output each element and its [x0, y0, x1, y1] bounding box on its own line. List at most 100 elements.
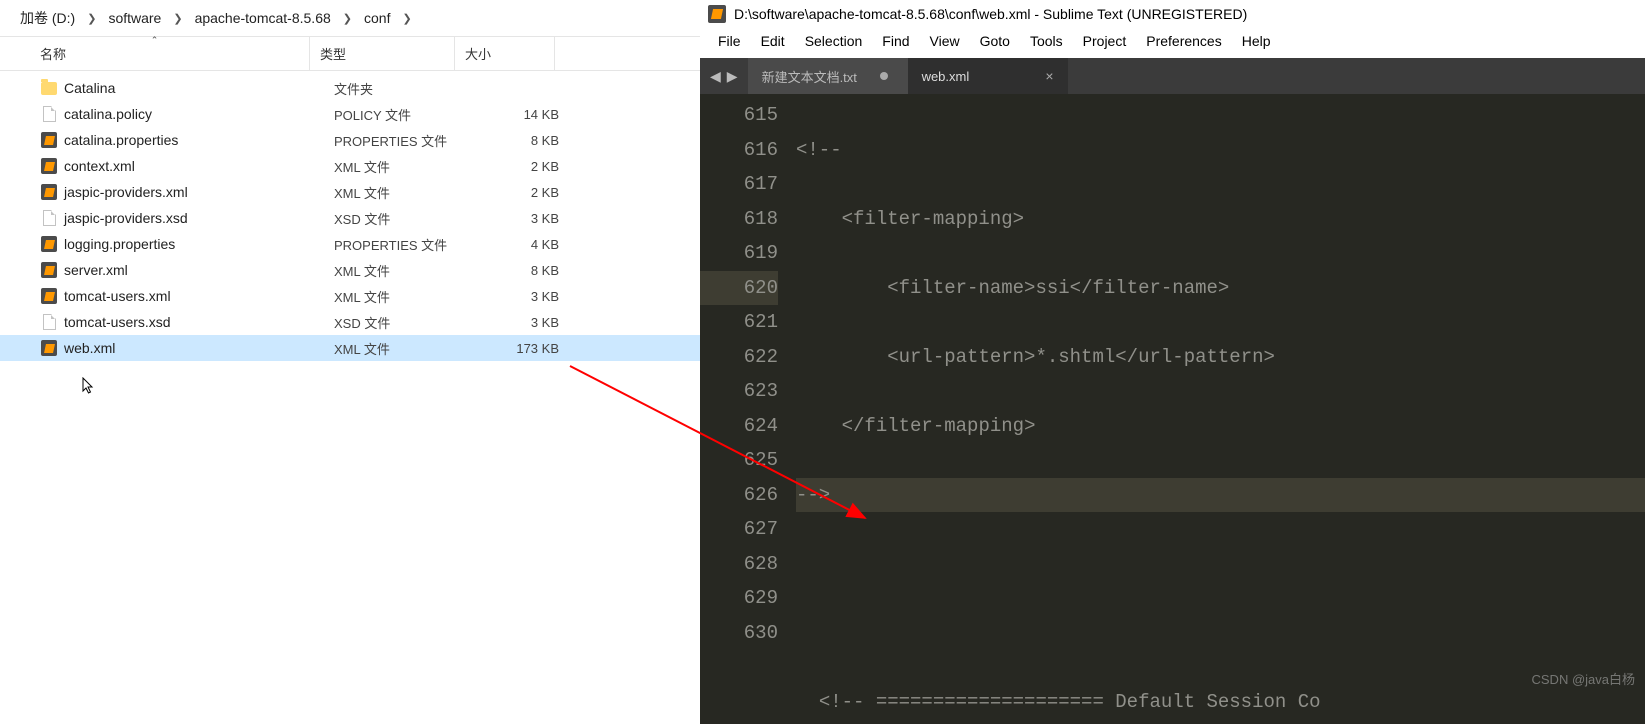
- file-explorer: 加卷 (D:) ❯ software ❯ apache-tomcat-8.5.6…: [0, 0, 700, 365]
- file-row[interactable]: tomcat-users.xmlXML 文件3 KB: [0, 283, 700, 309]
- file-row[interactable]: web.xmlXML 文件173 KB: [0, 335, 700, 361]
- sublime-file-icon: [40, 157, 58, 175]
- file-size: 14 KB: [479, 107, 569, 122]
- file-type: XSD 文件: [334, 313, 479, 332]
- line-number: 615: [700, 98, 778, 133]
- breadcrumb-item[interactable]: software: [108, 10, 161, 26]
- tab-next-icon[interactable]: ▶: [727, 68, 738, 85]
- titlebar: D:\software\apache-tomcat-8.5.68\conf\we…: [700, 0, 1645, 28]
- tab-prev-icon[interactable]: ◀: [710, 68, 721, 85]
- file-row[interactable]: logging.propertiesPROPERTIES 文件4 KB: [0, 231, 700, 257]
- sublime-text-window: D:\software\apache-tomcat-8.5.68\conf\we…: [700, 0, 1645, 694]
- line-number: 618: [700, 202, 778, 237]
- file-type: XSD 文件: [334, 209, 479, 228]
- file-name: tomcat-users.xsd: [64, 314, 334, 330]
- tab-label: web.xml: [922, 69, 970, 84]
- file-type: PROPERTIES 文件: [334, 235, 479, 254]
- menu-item-help[interactable]: Help: [1232, 30, 1281, 52]
- breadcrumb-item[interactable]: apache-tomcat-8.5.68: [195, 10, 331, 26]
- file-name: catalina.policy: [64, 106, 334, 122]
- column-header-name[interactable]: ⌃名称: [0, 37, 310, 70]
- file-size: 3 KB: [479, 211, 569, 226]
- line-number: 625: [700, 443, 778, 478]
- file-row[interactable]: tomcat-users.xsdXSD 文件3 KB: [0, 309, 700, 335]
- chevron-right-icon: ❯: [173, 12, 182, 25]
- menu-item-goto[interactable]: Goto: [970, 30, 1020, 52]
- file-type: PROPERTIES 文件: [334, 131, 479, 150]
- breadcrumb-item[interactable]: 加卷 (D:): [20, 8, 75, 28]
- column-header-size[interactable]: 大小: [455, 37, 555, 70]
- file-type: XML 文件: [334, 261, 479, 280]
- window-title: D:\software\apache-tomcat-8.5.68\conf\we…: [734, 6, 1247, 22]
- gutter: 6156166176186196206216226236246256266276…: [700, 94, 796, 724]
- file-row[interactable]: catalina.propertiesPROPERTIES 文件8 KB: [0, 127, 700, 153]
- breadcrumb-item[interactable]: conf: [364, 10, 390, 26]
- file-size: 8 KB: [479, 133, 569, 148]
- file-row[interactable]: jaspic-providers.xsdXSD 文件3 KB: [0, 205, 700, 231]
- file-size: 3 KB: [479, 315, 569, 330]
- menu-item-selection[interactable]: Selection: [795, 30, 873, 52]
- sublime-file-icon: [40, 235, 58, 253]
- menu-item-view[interactable]: View: [920, 30, 970, 52]
- file-type: POLICY 文件: [334, 105, 479, 124]
- sublime-file-icon: [40, 261, 58, 279]
- file-name: jaspic-providers.xml: [64, 184, 334, 200]
- file-size: 173 KB: [479, 341, 569, 356]
- file-row[interactable]: Catalina文件夹: [0, 75, 700, 101]
- tabs-bar: ◀ ▶ 新建文本文档.txt web.xml ×: [700, 58, 1645, 94]
- line-number: 630: [700, 616, 778, 651]
- sublime-file-icon: [40, 131, 58, 149]
- menu-item-file[interactable]: File: [708, 30, 751, 52]
- menu-item-preferences[interactable]: Preferences: [1136, 30, 1231, 52]
- line-number: 617: [700, 167, 778, 202]
- document-icon: [40, 105, 58, 123]
- file-row[interactable]: server.xmlXML 文件8 KB: [0, 257, 700, 283]
- line-number: 626: [700, 478, 778, 513]
- cursor-icon: [82, 377, 96, 395]
- tab[interactable]: 新建文本文档.txt: [748, 58, 908, 94]
- sublime-file-icon: [40, 339, 58, 357]
- line-number: 621: [700, 305, 778, 340]
- chevron-right-icon: ❯: [343, 12, 352, 25]
- menu-item-project[interactable]: Project: [1073, 30, 1137, 52]
- menu-item-tools[interactable]: Tools: [1020, 30, 1073, 52]
- file-row[interactable]: context.xmlXML 文件2 KB: [0, 153, 700, 179]
- sort-asc-icon: ⌃: [151, 35, 159, 46]
- file-size: 8 KB: [479, 263, 569, 278]
- tab-nav: ◀ ▶: [700, 58, 748, 94]
- file-list: Catalina文件夹catalina.policyPOLICY 文件14 KB…: [0, 71, 700, 365]
- file-type: XML 文件: [334, 183, 479, 202]
- file-name: catalina.properties: [64, 132, 334, 148]
- file-type: XML 文件: [334, 157, 479, 176]
- file-size: 3 KB: [479, 289, 569, 304]
- menubar: FileEditSelectionFindViewGotoToolsProjec…: [700, 28, 1645, 58]
- file-name: jaspic-providers.xsd: [64, 210, 334, 226]
- line-number: 629: [700, 581, 778, 616]
- menu-item-find[interactable]: Find: [872, 30, 919, 52]
- document-icon: [40, 209, 58, 227]
- file-size: 4 KB: [479, 237, 569, 252]
- line-number: 619: [700, 236, 778, 271]
- breadcrumb[interactable]: 加卷 (D:) ❯ software ❯ apache-tomcat-8.5.6…: [0, 0, 700, 36]
- file-name: context.xml: [64, 158, 334, 174]
- line-number: 622: [700, 340, 778, 375]
- table-header: ⌃名称 类型 大小: [0, 36, 700, 71]
- line-number: 616: [700, 133, 778, 168]
- file-row[interactable]: jaspic-providers.xmlXML 文件2 KB: [0, 179, 700, 205]
- file-row[interactable]: catalina.policyPOLICY 文件14 KB: [0, 101, 700, 127]
- document-icon: [40, 313, 58, 331]
- file-size: 2 KB: [479, 159, 569, 174]
- close-icon[interactable]: ×: [1045, 68, 1053, 84]
- watermark: CSDN @java白杨: [1532, 669, 1636, 688]
- menu-item-edit[interactable]: Edit: [751, 30, 795, 52]
- code-area[interactable]: <!-- <filter-mapping> <filter-name>ssi</…: [796, 94, 1645, 724]
- tab-label: 新建文本文档.txt: [762, 67, 857, 86]
- file-type: 文件夹: [334, 79, 479, 98]
- file-name: logging.properties: [64, 236, 334, 252]
- editor[interactable]: 6156166176186196206216226236246256266276…: [700, 94, 1645, 724]
- sublime-file-icon: [40, 183, 58, 201]
- tab[interactable]: web.xml ×: [908, 58, 1068, 94]
- column-header-type[interactable]: 类型: [310, 37, 455, 70]
- line-number: 623: [700, 374, 778, 409]
- line-number: 628: [700, 547, 778, 582]
